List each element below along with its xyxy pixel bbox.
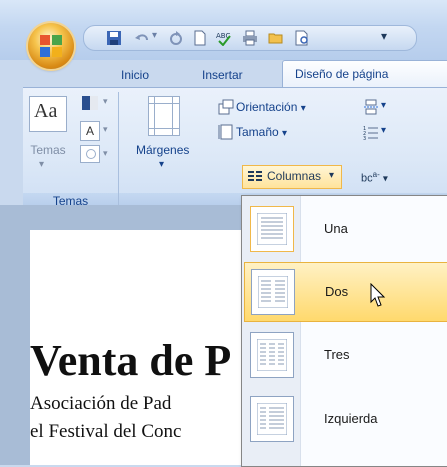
orientation-icon bbox=[218, 99, 234, 115]
office-button[interactable] bbox=[28, 23, 74, 69]
columns-dropdown-icon: ▾ bbox=[329, 170, 335, 181]
orientation-dropdown-icon: ▾ bbox=[300, 103, 306, 114]
document-text-line: el Festival del Conc bbox=[30, 421, 182, 442]
margins-button[interactable]: Márgenes bbox=[136, 143, 189, 157]
theme-effects-dropdown-icon[interactable]: ▾ bbox=[103, 148, 108, 159]
hyphenation-label: bc bbox=[361, 172, 373, 185]
office-logo-icon bbox=[40, 35, 62, 57]
theme-colors-icon[interactable] bbox=[80, 94, 100, 112]
breaks-icon[interactable] bbox=[363, 99, 379, 115]
quick-access-toolbar: ▾ ABC ▾ bbox=[83, 25, 417, 51]
undo-icon[interactable] bbox=[134, 30, 150, 46]
hyphenation-dropdown-icon: ▾ bbox=[382, 173, 388, 185]
menu-item-label: Tres bbox=[324, 347, 350, 362]
tab-inicio[interactable]: Inicio bbox=[117, 64, 153, 86]
spellcheck-icon[interactable]: ABC bbox=[216, 30, 232, 46]
print-preview-icon[interactable] bbox=[294, 30, 310, 46]
orientation-label: Orientación bbox=[236, 100, 298, 114]
columns-menu: Una Dos Tres Izquierda bbox=[241, 195, 447, 467]
svg-text:3: 3 bbox=[363, 136, 366, 140]
two-columns-icon bbox=[251, 269, 295, 315]
ribbon-tabs: Inicio Insertar Diseño de página bbox=[0, 60, 447, 88]
line-numbers-dropdown-icon[interactable]: ▾ bbox=[381, 125, 386, 136]
size-dropdown-icon: ▾ bbox=[282, 128, 288, 139]
theme-effects-icon[interactable] bbox=[80, 145, 100, 163]
tab-insertar[interactable]: Insertar bbox=[198, 64, 247, 86]
document-text-line: Asociación de Pad bbox=[30, 393, 172, 414]
menu-item-tres[interactable]: Tres bbox=[244, 326, 447, 384]
menu-item-una[interactable]: Una bbox=[244, 200, 447, 258]
document-heading: Venta de P bbox=[30, 336, 232, 385]
columns-icon bbox=[248, 171, 262, 181]
save-icon[interactable] bbox=[106, 30, 122, 46]
columns-label: Columnas bbox=[267, 169, 322, 183]
group-separator bbox=[118, 92, 119, 209]
three-columns-icon bbox=[250, 332, 294, 378]
theme-fonts-icon[interactable]: A bbox=[80, 121, 100, 141]
columns-button[interactable]: Columnas ▾ bbox=[242, 165, 342, 189]
open-folder-icon[interactable] bbox=[268, 30, 284, 46]
size-button[interactable]: Tamaño ▾ bbox=[236, 125, 287, 139]
menu-item-dos[interactable]: Dos bbox=[244, 262, 447, 322]
line-numbers-icon[interactable]: 1 2 3 bbox=[363, 124, 379, 140]
tab-diseno-de-pagina[interactable]: Diseño de página bbox=[282, 60, 447, 88]
new-document-icon[interactable] bbox=[192, 30, 208, 46]
left-column-icon bbox=[250, 396, 294, 442]
theme-colors-dropdown-icon[interactable]: ▾ bbox=[103, 96, 108, 107]
breaks-dropdown-icon[interactable]: ▾ bbox=[381, 100, 386, 111]
margins-icon[interactable] bbox=[148, 96, 180, 136]
orientation-button[interactable]: Orientación ▾ bbox=[236, 100, 306, 114]
mouse-cursor-icon bbox=[370, 283, 386, 307]
size-label: Tamaño bbox=[236, 125, 279, 139]
margins-dropdown-icon[interactable]: ▾ bbox=[159, 159, 164, 170]
customize-toolbar-icon[interactable]: ▾ bbox=[374, 29, 394, 47]
ribbon: Aa Temas ▾ ▾ A ▾ ▾ Temas Márgenes ▾ Orie… bbox=[23, 87, 447, 210]
size-icon bbox=[218, 124, 233, 140]
menu-item-label: Una bbox=[324, 221, 348, 236]
print-icon[interactable] bbox=[242, 30, 258, 46]
menu-item-label: Dos bbox=[325, 284, 349, 299]
themes-button-label: Temas bbox=[30, 143, 66, 157]
one-column-icon bbox=[250, 206, 294, 252]
menu-item-label: Izquierda bbox=[324, 411, 378, 426]
themes-icon: Aa bbox=[34, 100, 58, 122]
redo-icon[interactable] bbox=[168, 30, 184, 46]
hyphenation-icon: a- bbox=[372, 170, 380, 179]
themes-button[interactable]: Aa bbox=[29, 96, 67, 132]
menu-item-izquierda[interactable]: Izquierda bbox=[244, 390, 447, 448]
theme-fonts-dropdown-icon[interactable]: ▾ bbox=[103, 124, 108, 135]
hyphenation-button[interactable]: bca- ▾ bbox=[361, 170, 388, 185]
undo-dropdown-icon[interactable]: ▾ bbox=[152, 30, 157, 41]
themes-dropdown-icon: ▾ bbox=[39, 159, 45, 170]
